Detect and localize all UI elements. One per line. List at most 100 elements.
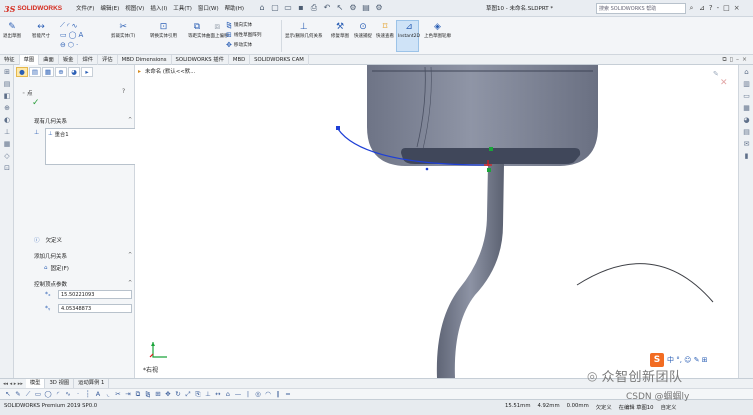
instant2d-button[interactable]: ⊿ Instant2D — [398, 21, 420, 39]
tab-surfaces[interactable]: 曲面 — [39, 55, 59, 65]
relations-list[interactable]: ⊥ 重合1 — [45, 128, 145, 165]
point-properties-icon[interactable]: ● — [16, 67, 28, 77]
slot-tools[interactable]: ⊖ ⬡ · — [60, 41, 78, 49]
rotate-tool-icon[interactable]: ↻ — [174, 389, 182, 399]
offset-entities-button[interactable]: ⧉ 等距实体 — [188, 21, 206, 39]
point-tool-icon[interactable]: · — [74, 389, 82, 399]
tangent-tool-icon[interactable]: ◠ — [264, 389, 272, 399]
tab-3d-views[interactable]: 3D 视图 — [45, 379, 75, 388]
vertical-tool-icon[interactable]: | — [244, 389, 252, 399]
scroll-icon[interactable]: ▮ — [741, 151, 752, 161]
feature-manager-icon[interactable]: ▤ — [29, 67, 41, 77]
exit-sketch-button[interactable]: ✎ 退出草图 — [3, 21, 21, 39]
menu-window[interactable]: 窗口(W) — [198, 4, 219, 12]
forum-icon[interactable]: ✉ — [741, 139, 752, 149]
dimension-tool-icon[interactable]: ↔ — [214, 389, 222, 399]
help-icon[interactable]: ? — [709, 3, 713, 14]
tab-nav-arrows[interactable]: ◂◂ ◂ ▸ ▸▸ — [0, 381, 26, 387]
display-icon[interactable]: ◐ — [1, 115, 13, 125]
quick-view-button[interactable]: ⌑ 快速查看 — [376, 21, 394, 39]
home-icon[interactable]: ⌂ — [257, 3, 267, 13]
horizontal-tool-icon[interactable]: — — [234, 389, 242, 399]
repair-sketch-button[interactable]: ⚒ 修复草图 — [331, 21, 349, 39]
display-manager-icon[interactable]: ▸ — [81, 67, 93, 77]
linear-pattern-button[interactable]: ⊞ 线性草图阵列 — [226, 31, 261, 39]
new-file-icon[interactable]: ▢ — [270, 3, 280, 13]
tab-sketch[interactable]: 草图 — [19, 55, 40, 65]
menu-edit[interactable]: 编辑(E) — [100, 4, 119, 12]
trim-tool-icon[interactable]: ✂ — [114, 389, 122, 399]
tab-motion-study[interactable]: 运动算例 1 — [74, 379, 110, 388]
text-tool-icon[interactable]: A — [94, 389, 102, 399]
appearance-icon[interactable]: ◕ — [68, 67, 80, 77]
feature-tree-icon[interactable]: ⊞ — [1, 67, 13, 77]
tab-mbd[interactable]: MBD — [229, 55, 251, 65]
tab-model[interactable]: 模型 — [25, 379, 46, 388]
shaded-contours-button[interactable]: ◈ 上色草图轮廓 — [424, 21, 451, 39]
appearances-icon[interactable]: ◕ — [741, 115, 752, 125]
status-units[interactable]: 自定义 — [661, 403, 677, 411]
line-tool-icon[interactable]: ⟋ — [24, 389, 32, 399]
open-icon[interactable]: ▭ — [283, 3, 293, 13]
tile-icon[interactable]: ▯ — [730, 56, 733, 64]
mirror-entities-button[interactable]: ⧎ 镜向实体 — [226, 21, 252, 29]
relations-tool-icon[interactable]: ⊥ — [204, 389, 212, 399]
rect-tool-icon[interactable]: ▭ — [34, 389, 42, 399]
config-icon[interactable]: ◧ — [1, 91, 13, 101]
collapse-icon[interactable]: ^ — [128, 280, 132, 286]
scale-tool-icon[interactable]: ⤢ — [184, 389, 192, 399]
move-entities-button[interactable]: ✥ 移动实体 — [226, 41, 252, 49]
mirror-tool-icon[interactable]: ⧎ — [144, 389, 152, 399]
cancel-corner-icon[interactable]: ✕ — [720, 78, 728, 88]
model-canvas[interactable]: ⌕ ⌕ ⌖ ⊡ ⊞ ◑ ▾ ⊕ ◎ ▾ ☀ ▾ ▭ ▾ *右视 未命名 (默认<… — [135, 65, 738, 378]
quick-snap-button[interactable]: ⊙ 快速捕捉 — [354, 21, 372, 39]
resources-icon[interactable]: ⌂ — [741, 67, 752, 77]
design-library-icon[interactable]: ▥ — [741, 79, 752, 89]
offset-tool-icon[interactable]: ⧉ — [134, 389, 142, 399]
part-icon[interactable]: ▸ — [138, 68, 141, 75]
help-icon[interactable]: ? — [122, 88, 125, 95]
sketch-tool-icon[interactable]: ✎ — [14, 389, 22, 399]
collapse-icon[interactable]: ^ — [128, 252, 132, 258]
y-param-field[interactable] — [58, 304, 132, 313]
rebuild-icon[interactable]: ⚙ — [348, 3, 358, 13]
options-icon[interactable]: ⚙ — [374, 3, 384, 13]
menu-view[interactable]: 视图(V) — [125, 4, 144, 12]
close-icon[interactable]: × — [734, 3, 740, 14]
copy-tool-icon[interactable]: ⎘ — [194, 389, 202, 399]
search-icon[interactable]: ⌕ — [687, 3, 696, 14]
user-icon[interactable]: ⊿ — [699, 3, 705, 14]
move-tool-icon[interactable]: ✥ — [164, 389, 172, 399]
file-explorer-icon[interactable]: ▭ — [741, 91, 752, 101]
arc-tool-icon[interactable]: ◜ — [54, 389, 62, 399]
menu-tools[interactable]: 工具(T) — [173, 4, 192, 12]
pattern-tool-icon[interactable]: ⊞ — [154, 389, 162, 399]
tab-weldments[interactable]: 焊件 — [78, 55, 99, 65]
grid-icon[interactable]: ▦ — [1, 139, 13, 149]
minimize-icon[interactable]: - — [717, 3, 720, 14]
tab-mbd-dimensions[interactable]: MBD Dimensions — [118, 55, 172, 65]
tab-features[interactable]: 特征 — [0, 55, 20, 65]
plane-icon[interactable]: ◇ — [1, 151, 13, 161]
menu-help[interactable]: 帮助(H) — [225, 4, 244, 12]
maximize-icon[interactable]: □ — [723, 3, 730, 14]
print-icon[interactable]: ⎙ — [309, 3, 319, 13]
menu-file[interactable]: 文件(F) — [76, 4, 94, 12]
sketch-relations-icon[interactable]: ⊥ — [1, 127, 13, 137]
undo-icon[interactable]: ↶ — [322, 3, 332, 13]
trim-button[interactable]: ✂ 剪裁实体(T) — [111, 21, 135, 39]
display-relations-button[interactable]: ⊥ 显示/删除几何关系 — [285, 21, 323, 39]
property-manager-icon[interactable]: ▦ — [42, 67, 54, 77]
parallel-tool-icon[interactable]: ∥ — [274, 389, 282, 399]
properties-icon[interactable]: ▤ — [1, 79, 13, 89]
solidworks-logo[interactable]: 3S SOLIDWORKS — [4, 2, 62, 15]
select-icon[interactable]: ↖ — [335, 3, 345, 13]
line-tools[interactable]: ⟋ ◜ ∿ — [60, 21, 78, 30]
select-tool-icon[interactable]: ↖ — [4, 389, 12, 399]
feature-tree-root[interactable]: 未命名 (默认<<默... — [145, 67, 196, 75]
extend-tool-icon[interactable]: ⇥ — [124, 389, 132, 399]
save-icon[interactable]: ▪ — [296, 3, 306, 13]
spline-tool-icon[interactable]: ∿ — [64, 389, 72, 399]
smart-dimension-button[interactable]: ↔ 智能尺寸 — [32, 21, 50, 39]
coincident-tool-icon[interactable]: ◎ — [254, 389, 262, 399]
